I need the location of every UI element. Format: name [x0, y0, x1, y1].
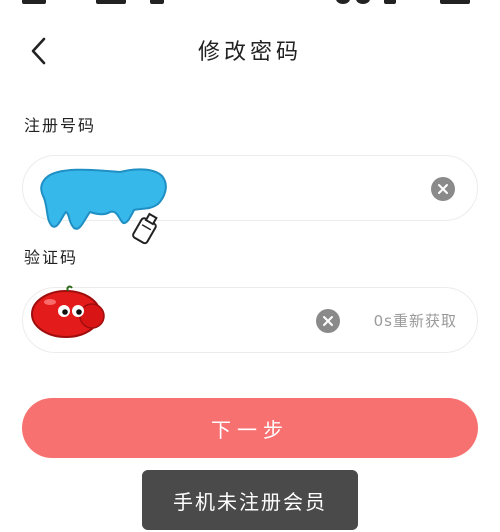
phone-field-label: 注册号码: [24, 116, 97, 135]
cow-sticker-icon: [40, 168, 167, 245]
toast-message: 手机未注册会员: [142, 470, 358, 530]
close-icon: [438, 184, 448, 194]
status-bar: [0, 0, 500, 8]
code-field-label: 验证码: [24, 248, 79, 267]
next-step-button[interactable]: 下一步: [22, 398, 478, 458]
close-icon: [323, 316, 333, 326]
nav-bar: 修改密码: [0, 24, 500, 76]
code-clear-button[interactable]: [316, 309, 340, 333]
resend-code-button[interactable]: 0s重新获取: [374, 310, 457, 331]
tomato-sticker-icon: [31, 285, 105, 338]
phone-clear-button[interactable]: [431, 177, 455, 201]
page-title: 修改密码: [197, 40, 302, 65]
